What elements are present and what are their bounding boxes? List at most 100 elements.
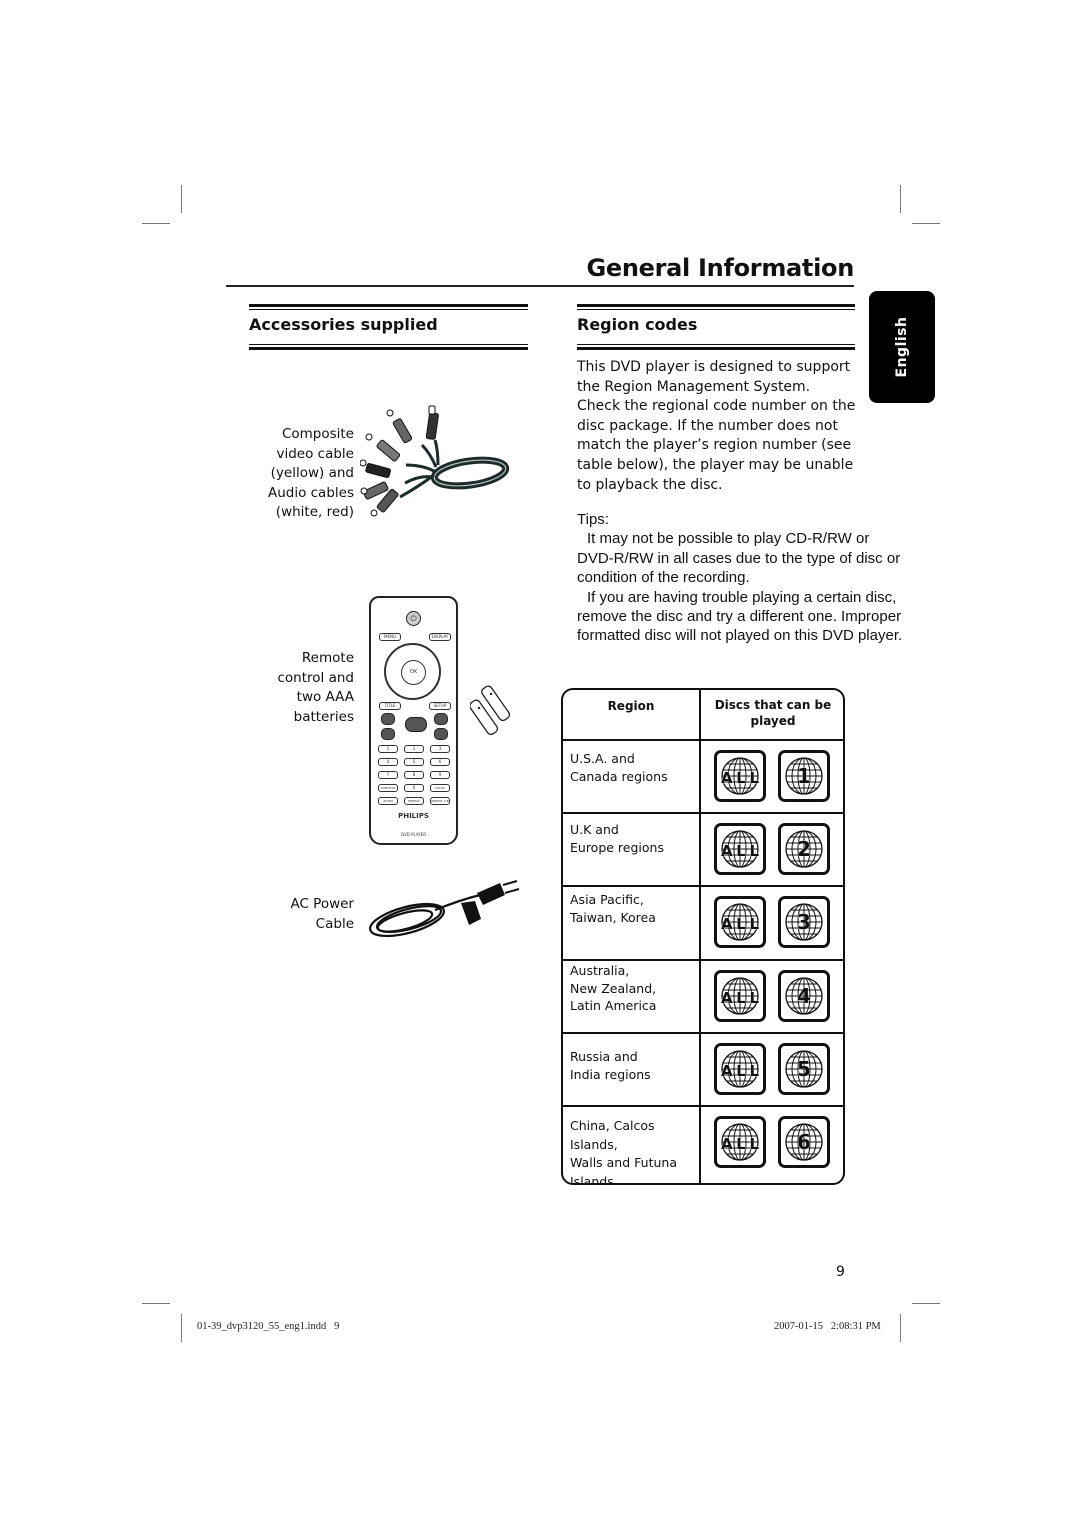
title-rule	[226, 285, 854, 287]
power-button-icon: ⏻	[406, 611, 421, 626]
stop-button	[381, 728, 395, 740]
digit-button: 2	[404, 745, 424, 753]
region-codes-section-header: Region codes	[577, 304, 855, 350]
repeat-ab-button: REPEAT A-B	[430, 797, 450, 805]
region-all-globe-icon: ALL	[714, 896, 766, 948]
table-row-codes: ALL 2	[714, 823, 830, 875]
accessories-section-header: Accessories supplied	[249, 304, 528, 350]
tips-block: Tips: It may not be possible to play CD-…	[577, 510, 907, 646]
region-code-globe-icon: 4	[778, 970, 830, 1022]
row-divider	[563, 739, 843, 741]
region-all-globe-icon: ALL	[714, 1116, 766, 1168]
region-all-label: ALL	[721, 842, 759, 860]
digit-button: 8	[404, 771, 424, 779]
slug-timestamp: 2007-01-15 2:08:31 PM	[774, 1321, 881, 1332]
table-row-region: Russia and India regions	[570, 1049, 651, 1082]
subtitle-button: SUBTITLE	[378, 784, 398, 792]
table-row-region: U.K and Europe regions	[570, 822, 664, 855]
crop-mark	[900, 185, 901, 213]
page-title: General Information	[586, 254, 854, 282]
mute-button	[434, 728, 448, 740]
table-row-region: Australia, New Zealand, Latin America	[570, 963, 657, 1013]
remote-model-label: DVD PLAYER	[400, 832, 426, 837]
table-row-codes: ALL 5	[714, 1043, 830, 1095]
region-codes-heading: Region codes	[577, 315, 698, 334]
digit-button: 7	[378, 771, 398, 779]
region-table: Region Discs that can be played U.S.A. a…	[561, 688, 845, 1185]
region-all-label: ALL	[721, 915, 759, 933]
accessories-heading: Accessories supplied	[249, 315, 438, 334]
region-number-label: 2	[797, 837, 811, 861]
region-number-label: 5	[797, 1057, 811, 1081]
row-divider	[563, 1032, 843, 1034]
region-all-label: ALL	[721, 1062, 759, 1080]
region-all-globe-icon: ALL	[714, 970, 766, 1022]
table-row-codes: ALL 6	[714, 1116, 830, 1168]
table-row-codes: ALL 4	[714, 970, 830, 1022]
nav-ring: OK	[384, 643, 441, 700]
row-divider	[563, 1105, 843, 1107]
region-all-globe-icon: ALL	[714, 750, 766, 802]
ok-button: OK	[401, 660, 426, 685]
table-header-region: Region	[607, 699, 655, 713]
display-button: DISPLAY	[429, 633, 451, 641]
crop-mark	[900, 1314, 901, 1342]
crop-mark	[912, 1303, 940, 1304]
region-all-label: ALL	[721, 769, 759, 787]
zoom-button: ZOOM	[378, 797, 398, 805]
setup-button: SETUP	[429, 702, 451, 710]
region-code-globe-icon: 1	[778, 750, 830, 802]
row-divider	[563, 885, 843, 887]
crop-mark	[142, 223, 170, 224]
digit-button: 6	[430, 758, 450, 766]
next-button	[434, 713, 448, 725]
row-divider	[563, 959, 843, 961]
remote-label: Remote control and two AAA batteries	[277, 650, 355, 725]
table-row-region: China, Calcos Islands, Walls and Futuna …	[570, 1118, 677, 1185]
cables-label: Composite video cable (yellow) and Audio…	[267, 426, 354, 520]
prev-button	[381, 713, 395, 725]
table-row-codes: ALL 1	[714, 750, 830, 802]
region-number-label: 3	[797, 910, 811, 934]
region-number-label: 6	[797, 1130, 811, 1154]
digit-button: 9	[430, 771, 450, 779]
region-all-label: ALL	[721, 1135, 759, 1153]
region-code-globe-icon: 2	[778, 823, 830, 875]
aaa-batteries-illustration	[470, 685, 511, 736]
ac-power-label: AC Power Cable	[290, 896, 354, 932]
tip-item: It may not be possible to play CD-R/RW o…	[577, 530, 901, 587]
remote-brand-logo: PHILIPS	[398, 812, 429, 820]
table-row-region: U.S.A. and Canada regions	[570, 751, 668, 784]
language-tab-label: English	[894, 316, 910, 378]
region-all-globe-icon: ALL	[714, 823, 766, 875]
slug-file-name: 01-39_dvp3120_55_eng1.indd 9	[197, 1321, 340, 1332]
menu-button: MENU	[379, 633, 401, 641]
title-button: TITLE	[379, 702, 401, 710]
table-row-codes: ALL 3	[714, 896, 830, 948]
crop-mark	[912, 223, 940, 224]
digit-button: 0	[404, 784, 424, 792]
region-code-globe-icon: 3	[778, 896, 830, 948]
table-header-discs: Discs that can be played	[714, 698, 832, 728]
table-row-region: Asia Pacific, Taiwan, Korea	[570, 892, 656, 925]
audio-button: AUDIO	[430, 784, 450, 792]
av-cable-illustration	[360, 405, 510, 517]
crop-mark	[181, 1314, 182, 1342]
digit-button: 4	[378, 758, 398, 766]
remote-control-illustration: ⏻ MENU DISPLAY OK TITLE SETUP 1 2 3 4 5 …	[369, 596, 458, 845]
crop-mark	[142, 1303, 170, 1304]
digit-button: 5	[404, 758, 424, 766]
page-number: 9	[836, 1264, 845, 1280]
region-number-label: 4	[797, 984, 811, 1008]
tip-item: If you are having trouble playing a cert…	[577, 588, 903, 645]
repeat-button: REPEAT	[404, 797, 424, 805]
region-intro-text: This DVD player is designed to support t…	[577, 359, 856, 493]
region-code-globe-icon: 5	[778, 1043, 830, 1095]
digit-button: 1	[378, 745, 398, 753]
region-code-globe-icon: 6	[778, 1116, 830, 1168]
language-tab: English	[869, 291, 935, 403]
row-divider	[563, 812, 843, 814]
region-all-globe-icon: ALL	[714, 1043, 766, 1095]
digit-button: 3	[430, 745, 450, 753]
region-all-label: ALL	[721, 989, 759, 1007]
